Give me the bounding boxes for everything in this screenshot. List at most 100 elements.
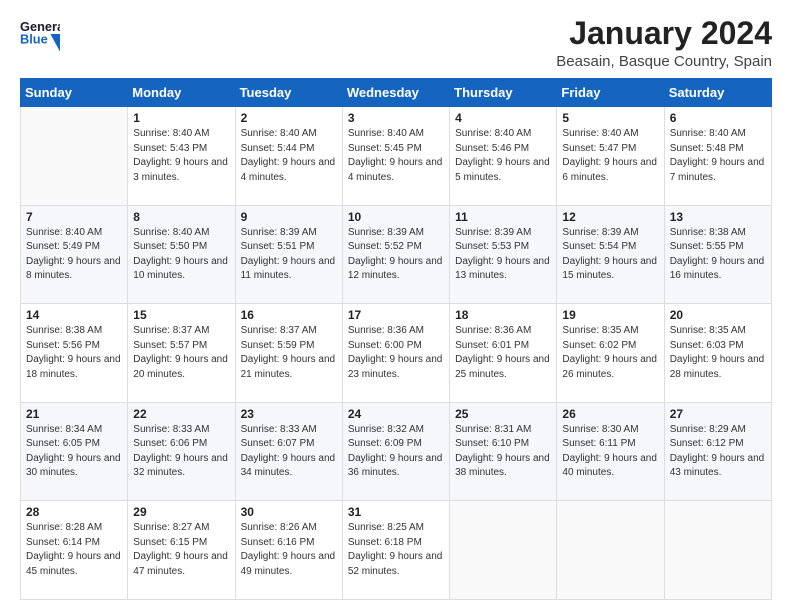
day-number: 3	[348, 111, 444, 125]
day-number: 1	[133, 111, 229, 125]
day-info: Sunrise: 8:38 AMSunset: 5:55 PMDaylight:…	[670, 226, 766, 284]
calendar-table: SundayMondayTuesdayWednesdayThursdayFrid…	[20, 78, 772, 600]
day-info: Sunrise: 8:35 AMSunset: 6:02 PMDaylight:…	[562, 324, 658, 382]
day-info: Sunrise: 8:39 AMSunset: 5:52 PMDaylight:…	[348, 226, 444, 284]
day-info: Sunrise: 8:37 AMSunset: 5:59 PMDaylight:…	[241, 324, 337, 382]
day-info: Sunrise: 8:37 AMSunset: 5:57 PMDaylight:…	[133, 324, 229, 382]
day-number: 26	[562, 407, 658, 421]
day-number: 2	[241, 111, 337, 125]
calendar-cell: 2Sunrise: 8:40 AMSunset: 5:44 PMDaylight…	[235, 107, 342, 206]
calendar-cell	[450, 501, 557, 600]
calendar-cell: 23 Sunrise: 8:33 AMSunset: 6:07 PMDayligh…	[235, 402, 342, 501]
logo: General Blue	[20, 16, 60, 52]
day-number: 24	[348, 407, 444, 421]
day-number: 12	[562, 210, 658, 224]
day-number: 6	[670, 111, 766, 125]
calendar-cell: 26 Sunrise: 8:30 AMSunset: 6:11 PMDayligh…	[557, 402, 664, 501]
week-row-2: 14 Sunrise: 8:38 AMSunset: 5:56 PMDayligh…	[21, 304, 772, 403]
calendar-cell: 20 Sunrise: 8:35 AMSunset: 6:03 PMDayligh…	[664, 304, 771, 403]
page: General Blue January 2024 Beasain, Basqu…	[0, 0, 792, 612]
day-number: 16	[241, 308, 337, 322]
header: General Blue January 2024 Beasain, Basqu…	[20, 16, 772, 70]
day-number: 13	[670, 210, 766, 224]
header-day-friday: Friday	[557, 79, 664, 107]
day-number: 20	[670, 308, 766, 322]
week-row-4: 28 Sunrise: 8:28 AMSunset: 6:14 PMDayligh…	[21, 501, 772, 600]
day-number: 21	[26, 407, 122, 421]
week-row-0: 1 Sunrise: 8:40 AMSunset: 5:43 PMDaylight…	[21, 107, 772, 206]
day-info: Sunrise: 8:40 AMSunset: 5:48 PMDaylight:…	[670, 127, 766, 185]
day-info: Sunrise: 8:31 AMSunset: 6:10 PMDaylight:…	[455, 423, 551, 481]
day-info: Sunrise: 8:40 AMSunset: 5:50 PMDaylight:…	[133, 226, 229, 284]
day-info: Sunrise: 8:33 AMSunset: 6:06 PMDaylight:…	[133, 423, 229, 481]
day-info: Sunrise: 8:39 AMSunset: 5:53 PMDaylight:…	[455, 226, 551, 284]
calendar-subtitle: Beasain, Basque Country, Spain	[556, 53, 772, 70]
calendar-cell: 11 Sunrise: 8:39 AMSunset: 5:53 PMDayligh…	[450, 205, 557, 304]
day-number: 4	[455, 111, 551, 125]
day-info: Sunrise: 8:33 AMSunset: 6:07 PMDaylight:…	[241, 423, 337, 481]
day-info: Sunrise: 8:40 AMSunset: 5:45 PMDaylight:…	[348, 127, 444, 185]
calendar-cell: 7 Sunrise: 8:40 AMSunset: 5:49 PMDaylight…	[21, 205, 128, 304]
calendar-cell: 1 Sunrise: 8:40 AMSunset: 5:43 PMDaylight…	[128, 107, 235, 206]
calendar-cell: 30 Sunrise: 8:26 AMSunset: 6:16 PMDayligh…	[235, 501, 342, 600]
calendar-cell: 19 Sunrise: 8:35 AMSunset: 6:02 PMDayligh…	[557, 304, 664, 403]
day-info: Sunrise: 8:29 AMSunset: 6:12 PMDaylight:…	[670, 423, 766, 481]
calendar-title: January 2024	[556, 16, 772, 51]
calendar-body: 1 Sunrise: 8:40 AMSunset: 5:43 PMDaylight…	[21, 107, 772, 600]
day-info: Sunrise: 8:38 AMSunset: 5:56 PMDaylight:…	[26, 324, 122, 382]
calendar-cell	[664, 501, 771, 600]
day-info: Sunrise: 8:40 AMSunset: 5:47 PMDaylight:…	[562, 127, 658, 185]
day-number: 19	[562, 308, 658, 322]
day-info: Sunrise: 8:27 AMSunset: 6:15 PMDaylight:…	[133, 521, 229, 579]
day-number: 14	[26, 308, 122, 322]
day-number: 11	[455, 210, 551, 224]
day-info: Sunrise: 8:40 AMSunset: 5:43 PMDaylight:…	[133, 127, 229, 185]
day-info: Sunrise: 8:40 AMSunset: 5:49 PMDaylight:…	[26, 226, 122, 284]
svg-text:Blue: Blue	[20, 32, 48, 47]
day-number: 30	[241, 505, 337, 519]
calendar-cell: 3 Sunrise: 8:40 AMSunset: 5:45 PMDaylight…	[342, 107, 449, 206]
day-info: Sunrise: 8:30 AMSunset: 6:11 PMDaylight:…	[562, 423, 658, 481]
day-info: Sunrise: 8:26 AMSunset: 6:16 PMDaylight:…	[241, 521, 337, 579]
calendar-header: SundayMondayTuesdayWednesdayThursdayFrid…	[21, 79, 772, 107]
week-row-1: 7 Sunrise: 8:40 AMSunset: 5:49 PMDaylight…	[21, 205, 772, 304]
logo-icon: General Blue	[20, 16, 60, 52]
header-row: SundayMondayTuesdayWednesdayThursdayFrid…	[21, 79, 772, 107]
day-number: 9	[241, 210, 337, 224]
header-day-sunday: Sunday	[21, 79, 128, 107]
calendar-cell: 22 Sunrise: 8:33 AMSunset: 6:06 PMDayligh…	[128, 402, 235, 501]
day-info: Sunrise: 8:34 AMSunset: 6:05 PMDaylight:…	[26, 423, 122, 481]
calendar-cell: 4 Sunrise: 8:40 AMSunset: 5:46 PMDaylight…	[450, 107, 557, 206]
day-number: 15	[133, 308, 229, 322]
day-info: Sunrise: 8:39 AMSunset: 5:51 PMDaylight:…	[241, 226, 337, 284]
day-info: Sunrise: 8:36 AMSunset: 6:01 PMDaylight:…	[455, 324, 551, 382]
day-info: Sunrise: 8:28 AMSunset: 6:14 PMDaylight:…	[26, 521, 122, 579]
calendar-cell: 27Sunrise: 8:29 AMSunset: 6:12 PMDayligh…	[664, 402, 771, 501]
calendar-cell: 9 Sunrise: 8:39 AMSunset: 5:51 PMDaylight…	[235, 205, 342, 304]
day-number: 10	[348, 210, 444, 224]
day-number: 25	[455, 407, 551, 421]
week-row-3: 21 Sunrise: 8:34 AMSunset: 6:05 PMDayligh…	[21, 402, 772, 501]
day-number: 22	[133, 407, 229, 421]
calendar-cell: 31Sunrise: 8:25 AMSunset: 6:18 PMDayligh…	[342, 501, 449, 600]
day-info: Sunrise: 8:36 AMSunset: 6:00 PMDaylight:…	[348, 324, 444, 382]
day-number: 7	[26, 210, 122, 224]
day-info: Sunrise: 8:25 AMSunset: 6:18 PMDaylight:…	[348, 521, 444, 579]
day-info: Sunrise: 8:40 AMSunset: 5:46 PMDaylight:…	[455, 127, 551, 185]
day-number: 23	[241, 407, 337, 421]
day-number: 28	[26, 505, 122, 519]
day-number: 18	[455, 308, 551, 322]
calendar-cell: 21 Sunrise: 8:34 AMSunset: 6:05 PMDayligh…	[21, 402, 128, 501]
day-info: Sunrise: 8:32 AMSunset: 6:09 PMDaylight:…	[348, 423, 444, 481]
calendar-cell: 16 Sunrise: 8:37 AMSunset: 5:59 PMDayligh…	[235, 304, 342, 403]
calendar-cell: 8Sunrise: 8:40 AMSunset: 5:50 PMDaylight…	[128, 205, 235, 304]
header-day-saturday: Saturday	[664, 79, 771, 107]
day-info: Sunrise: 8:35 AMSunset: 6:03 PMDaylight:…	[670, 324, 766, 382]
calendar-cell	[21, 107, 128, 206]
calendar-cell: 14 Sunrise: 8:38 AMSunset: 5:56 PMDayligh…	[21, 304, 128, 403]
calendar-cell: 15 Sunrise: 8:37 AMSunset: 5:57 PMDayligh…	[128, 304, 235, 403]
day-number: 17	[348, 308, 444, 322]
calendar-cell: 12Sunrise: 8:39 AMSunset: 5:54 PMDayligh…	[557, 205, 664, 304]
title-block: January 2024 Beasain, Basque Country, Sp…	[556, 16, 772, 70]
calendar-cell: 24 Sunrise: 8:32 AMSunset: 6:09 PMDayligh…	[342, 402, 449, 501]
